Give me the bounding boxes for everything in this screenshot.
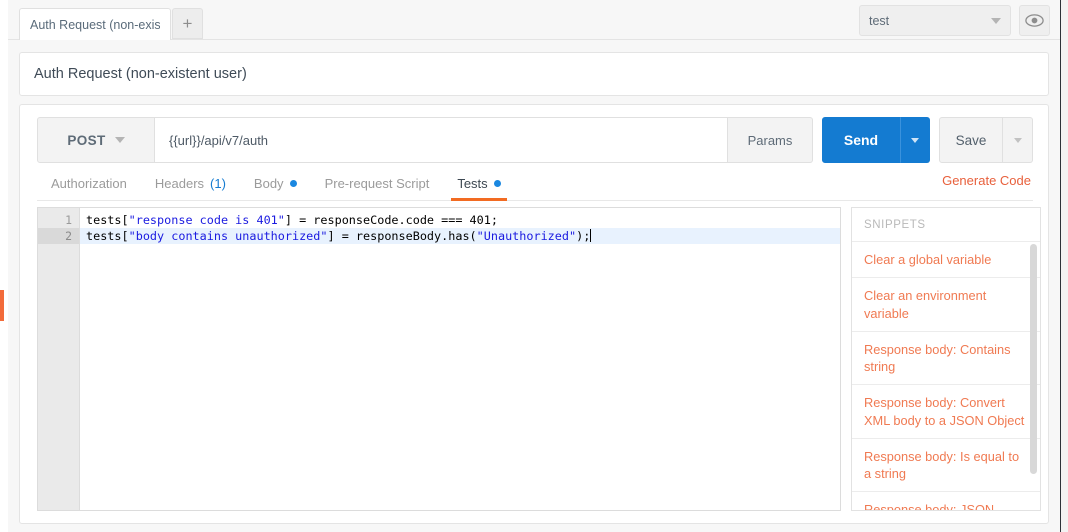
request-name-text: Auth Request (non-existent user) — [34, 66, 247, 82]
code-token: ] = responseCode.code === 401; — [284, 213, 498, 227]
save-button-group: Save — [939, 117, 1033, 163]
code-token: ] = responseBody.has( — [327, 229, 477, 243]
sidebar-strip — [0, 0, 8, 532]
line-number: 2 — [38, 228, 79, 244]
tab-modified-dot-icon — [493, 180, 501, 187]
snippet-item[interactable]: Clear an environment variable — [852, 278, 1040, 332]
snippets-list: Clear a global variable Clear an environm… — [852, 242, 1040, 510]
send-button[interactable]: Send — [822, 117, 900, 163]
snippets-header: SNIPPETS — [852, 208, 1040, 242]
code-token: ); — [576, 229, 591, 243]
tab-label: Tests — [457, 176, 488, 191]
tab-pre-request-script[interactable]: Pre-request Script — [311, 176, 444, 200]
tab-headers[interactable]: Headers (1) — [141, 176, 240, 200]
tab-tests[interactable]: Tests — [443, 176, 514, 201]
code-token: tests[ — [86, 229, 129, 243]
line-number: 1 — [65, 213, 72, 227]
environment-quick-look-button[interactable] — [1019, 5, 1050, 36]
url-text: {{url}}/api/v7/auth — [169, 132, 269, 148]
environment-select-value: test — [869, 13, 890, 28]
chevron-down-icon — [1013, 137, 1022, 143]
generate-code-link[interactable]: Generate Code — [942, 173, 1031, 188]
new-tab-button[interactable]: + — [172, 8, 203, 39]
snippet-item[interactable]: Clear a global variable — [852, 242, 1040, 279]
environment-select[interactable]: test — [859, 5, 1011, 36]
code-token: tests[ — [86, 213, 129, 227]
snippet-item[interactable]: Response body: Convert XML body to a JSO… — [852, 385, 1040, 439]
window-right-edge — [1060, 0, 1068, 532]
method-label: POST — [67, 132, 106, 148]
tab-modified-dot-icon — [289, 180, 297, 187]
url-input[interactable]: {{url}}/api/v7/auth — [155, 117, 728, 163]
save-button[interactable]: Save — [939, 117, 1003, 163]
snippets-panel: SNIPPETS Clear a global variable Clear an… — [851, 207, 1041, 511]
code-string-token: "Unauthorized" — [476, 229, 577, 243]
tab-label: Headers — [154, 176, 205, 191]
send-options-button[interactable] — [900, 117, 930, 163]
tab-label: Body — [253, 176, 284, 191]
send-label: Send — [843, 132, 879, 148]
environment-controls: test — [859, 5, 1050, 36]
tab-authorization[interactable]: Authorization — [37, 176, 141, 200]
params-label: Params — [747, 132, 793, 148]
save-options-button[interactable] — [1003, 117, 1033, 163]
snippet-item[interactable]: Response body: Is equal to a string — [852, 439, 1040, 493]
generate-code-label: Generate Code — [942, 173, 1031, 188]
chevron-down-icon — [991, 17, 1001, 24]
chevron-down-icon — [114, 137, 125, 143]
eye-icon — [1025, 14, 1044, 27]
code-string-token: "body contains unauthorized" — [128, 229, 328, 243]
text-caret — [590, 229, 592, 242]
main-shell: Auth Request (non-existe + test Auth Req… — [8, 0, 1060, 532]
code-line[interactable]: tests["body contains unauthorized"] = re… — [80, 228, 840, 244]
method-select[interactable]: POST — [37, 117, 155, 163]
request-tab-auth-request[interactable]: Auth Request (non-existe — [19, 8, 171, 40]
collection-active-indicator — [0, 290, 4, 321]
request-tab-label: Auth Request (non-existe — [30, 17, 160, 32]
snippet-item[interactable]: Response body: JSON value check — [852, 492, 1040, 510]
chevron-down-icon — [911, 137, 919, 143]
tests-code-editor[interactable]: 12 tests["response code is 401"] = respo… — [37, 207, 841, 511]
save-label: Save — [955, 132, 987, 148]
plus-icon: + — [182, 14, 193, 33]
url-row: POST {{url}}/api/v7/auth Params Send Sav… — [37, 117, 1033, 163]
params-button[interactable]: Params — [728, 117, 813, 163]
send-button-group: Send — [822, 117, 930, 163]
editor-code-area[interactable]: tests["response code is 401"] = response… — [80, 208, 840, 510]
snippet-item[interactable]: Response body: Contains string — [852, 332, 1040, 386]
request-builder-card: POST {{url}}/api/v7/auth Params Send Sav… — [19, 104, 1049, 524]
request-tab-bar: Auth Request (non-existe + test — [8, 0, 1060, 40]
editor-gutter: 12 — [38, 208, 80, 510]
snippets-scrollbar[interactable] — [1030, 244, 1037, 474]
request-section-tabs: Authorization Headers (1) Body Pre-request S… — [37, 167, 1033, 201]
tab-body[interactable]: Body — [240, 176, 311, 200]
tab-label: Pre-request Script — [324, 176, 430, 191]
tab-count: (1) — [210, 176, 226, 191]
code-line[interactable]: tests["response code is 401"] = response… — [80, 212, 840, 228]
tab-label: Authorization — [51, 176, 127, 191]
request-name-field[interactable]: Auth Request (non-existent user) — [19, 52, 1049, 96]
code-string-token: "response code is 401" — [128, 213, 285, 227]
postman-window: Auth Request (non-existe + test Auth Req… — [0, 0, 1068, 532]
